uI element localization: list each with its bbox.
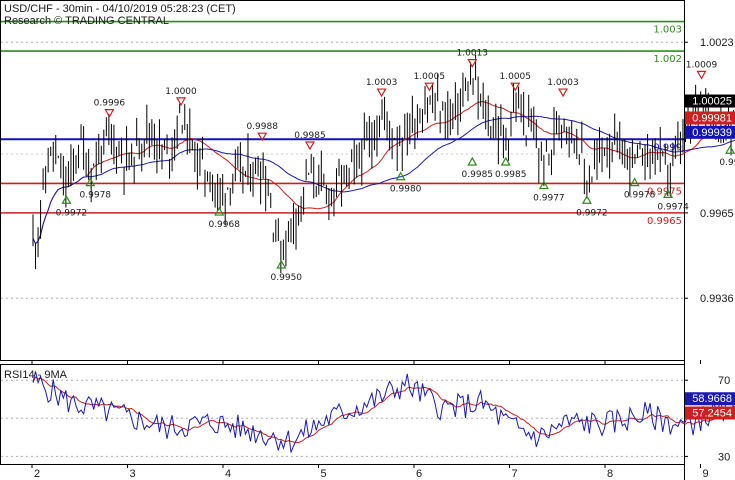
annotation-label: 0.9972 bbox=[576, 208, 608, 218]
x-tick-label: 9 bbox=[703, 468, 709, 480]
y-tick-label: 1.0023 bbox=[700, 37, 734, 49]
support-triangle-icon bbox=[467, 156, 478, 166]
annotation-label: 0.9978 bbox=[624, 191, 656, 201]
annotation-label: 0.9972 bbox=[56, 208, 88, 218]
annotation-label: 0.9977 bbox=[533, 194, 565, 204]
annotation-label: 1.0000 bbox=[165, 87, 197, 97]
x-tick-label: 6 bbox=[416, 468, 422, 480]
chart-subtitle: Research © TRADING CENTRAL bbox=[4, 15, 169, 27]
y-tick-label: 70 bbox=[718, 375, 730, 387]
resistance-triangle-icon bbox=[304, 141, 315, 151]
price-box-label: 0.99939 bbox=[692, 127, 732, 139]
rsi-lines bbox=[32, 371, 735, 453]
resistance-triangle-icon bbox=[557, 88, 569, 98]
level-label-resistance: 1.003 bbox=[653, 25, 682, 36]
y-tick-label: 0.9936 bbox=[700, 293, 734, 305]
support-triangle-icon bbox=[725, 145, 735, 154]
rsi-panel-title: RSI14 - 9MA bbox=[4, 369, 68, 381]
support-triangle-icon bbox=[629, 177, 640, 187]
annotation-label: 0.9950 bbox=[271, 273, 303, 283]
x-tick-label: 3 bbox=[130, 468, 136, 480]
price-box-label: 0.99981 bbox=[692, 112, 732, 124]
chart-title: USD/CHF - 30min - 04/10/2019 05:28:23 (C… bbox=[4, 3, 236, 15]
price-chart-svg: 1.0031.0020.9990.99750.9965 0.99720.9996… bbox=[0, 0, 735, 480]
annotations: 0.9972 0.9996 0.9978 1.0000 0.9968 0.9988 0.99… bbox=[56, 49, 735, 283]
price-panel-frame bbox=[0, 0, 685, 361]
y-tick-label: 30 bbox=[718, 451, 730, 463]
annotation-label: 0.9968 bbox=[208, 220, 240, 230]
x-tick-label: 8 bbox=[607, 468, 613, 480]
support-triangle-icon bbox=[85, 177, 96, 187]
annotation-label: 0.9996 bbox=[94, 99, 126, 109]
annotation-label: 1.0005 bbox=[414, 72, 446, 82]
resistance-triangle-icon bbox=[376, 88, 387, 98]
rsi-line bbox=[32, 371, 735, 453]
resistance-triangle-icon bbox=[696, 70, 707, 80]
support-triangle-icon bbox=[61, 195, 72, 204]
annotation-label: 1.0003 bbox=[366, 78, 398, 88]
price-box-label: 1.00025 bbox=[692, 96, 732, 108]
annotation-label: 1.0005 bbox=[500, 72, 532, 82]
rsi-box-label: 58.9668 bbox=[692, 393, 732, 405]
annotation-label: 0.9974 bbox=[657, 202, 689, 212]
x-tick-label: 2 bbox=[34, 468, 40, 480]
y-tick-label: 0.9965 bbox=[700, 208, 734, 220]
annotation-label: 1.0013 bbox=[457, 49, 489, 59]
annotation-label: 1.0009 bbox=[686, 60, 718, 70]
support-triangle-icon bbox=[581, 195, 592, 204]
resistance-triangle-icon bbox=[175, 97, 187, 107]
annotation-label: 0.9985 bbox=[462, 170, 494, 180]
annotation-label: 0.9989 bbox=[719, 158, 735, 168]
level-label-resistance: 1.002 bbox=[653, 54, 682, 65]
annotation-label: 0.9980 bbox=[390, 185, 422, 195]
annotation-label: 0.9988 bbox=[246, 122, 278, 132]
annotation-label: 0.9985 bbox=[495, 170, 527, 180]
resistance-triangle-icon bbox=[104, 109, 115, 118]
annotation-label: 1.0003 bbox=[547, 78, 579, 88]
x-tick-label: 5 bbox=[321, 468, 327, 480]
level-label-support: 0.9965 bbox=[647, 216, 682, 227]
resistance-triangle-icon bbox=[510, 82, 521, 92]
annotation-label: 0.9985 bbox=[294, 131, 326, 141]
annotation-label: 0.9978 bbox=[80, 191, 112, 201]
x-tick-label: 7 bbox=[512, 468, 518, 480]
support-triangle-icon bbox=[214, 206, 225, 216]
x-tick-label: 4 bbox=[225, 468, 231, 480]
rsi-box-label: 57.2454 bbox=[692, 408, 732, 420]
